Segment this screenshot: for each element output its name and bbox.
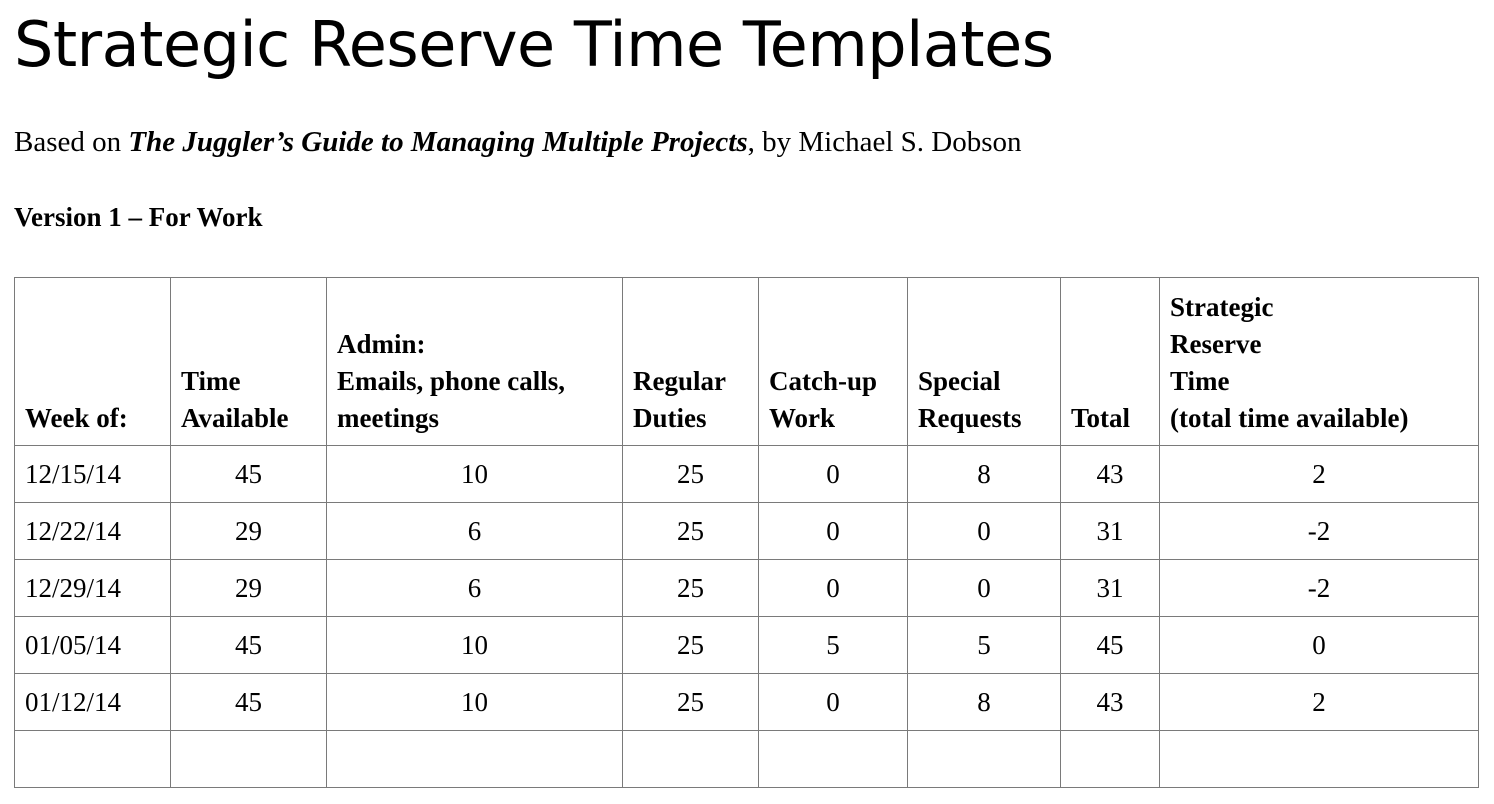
table-row: 12/29/14 29 6 25 0 0 31 -2 [14, 559, 1479, 617]
cell-special-requests [907, 730, 1061, 788]
cell-total [1060, 730, 1160, 788]
cell-time-available: 45 [170, 673, 327, 731]
byline: Based on The Juggler’s Guide to Managing… [14, 126, 1022, 159]
cell-admin: 6 [326, 502, 623, 560]
cell-special-requests: 0 [907, 559, 1061, 617]
cell-regular-duties: 25 [622, 559, 759, 617]
cell-total: 43 [1060, 673, 1160, 731]
cell-regular-duties: 25 [622, 616, 759, 674]
header-regular-duties: Regular Duties [622, 277, 759, 446]
cell-admin: 6 [326, 559, 623, 617]
cell-special-requests: 8 [907, 445, 1061, 503]
table-row-empty [14, 730, 1479, 788]
cell-special-requests: 0 [907, 502, 1061, 560]
header-time-available: Time Available [170, 277, 327, 446]
cell-strategic-reserve: 2 [1159, 445, 1479, 503]
cell-catch-up-work: 5 [758, 616, 908, 674]
cell-strategic-reserve: 2 [1159, 673, 1479, 731]
cell-catch-up-work: 0 [758, 502, 908, 560]
table-row: 01/12/14 45 10 25 0 8 43 2 [14, 673, 1479, 731]
table-header-row: Week of: Time Available Admin: Emails, p… [14, 277, 1479, 446]
cell-time-available: 45 [170, 445, 327, 503]
cell-week-of [14, 730, 171, 788]
cell-special-requests: 5 [907, 616, 1061, 674]
cell-time-available [170, 730, 327, 788]
cell-total: 31 [1060, 502, 1160, 560]
cell-admin: 10 [326, 673, 623, 731]
page-title: Strategic Reserve Time Templates [14, 8, 1054, 81]
cell-admin: 10 [326, 616, 623, 674]
cell-catch-up-work [758, 730, 908, 788]
cell-strategic-reserve: -2 [1159, 502, 1479, 560]
cell-admin [326, 730, 623, 788]
cell-week-of: 12/29/14 [14, 559, 171, 617]
cell-special-requests: 8 [907, 673, 1061, 731]
cell-total: 43 [1060, 445, 1160, 503]
table-row: 12/22/14 29 6 25 0 0 31 -2 [14, 502, 1479, 560]
strategic-reserve-table: Week of: Time Available Admin: Emails, p… [14, 277, 1479, 788]
header-special-requests: Special Requests [907, 277, 1061, 446]
cell-week-of: 12/22/14 [14, 502, 171, 560]
byline-suffix: , by Michael S. Dobson [747, 126, 1022, 158]
section-heading: Version 1 – For Work [14, 202, 263, 232]
cell-total: 45 [1060, 616, 1160, 674]
cell-catch-up-work: 0 [758, 673, 908, 731]
cell-total: 31 [1060, 559, 1160, 617]
header-admin: Admin: Emails, phone calls, meetings [326, 277, 623, 446]
cell-catch-up-work: 0 [758, 445, 908, 503]
cell-catch-up-work: 0 [758, 559, 908, 617]
cell-strategic-reserve [1159, 730, 1479, 788]
cell-week-of: 01/12/14 [14, 673, 171, 731]
header-week-of: Week of: [14, 277, 171, 446]
cell-week-of: 12/15/14 [14, 445, 171, 503]
cell-strategic-reserve: 0 [1159, 616, 1479, 674]
cell-strategic-reserve: -2 [1159, 559, 1479, 617]
cell-regular-duties [622, 730, 759, 788]
header-total: Total [1060, 277, 1160, 446]
header-strategic-reserve-time: Strategic Reserve Time (total time avail… [1159, 277, 1479, 446]
cell-regular-duties: 25 [622, 502, 759, 560]
cell-regular-duties: 25 [622, 673, 759, 731]
cell-admin: 10 [326, 445, 623, 503]
table-row: 01/05/14 45 10 25 5 5 45 0 [14, 616, 1479, 674]
cell-time-available: 29 [170, 502, 327, 560]
cell-time-available: 45 [170, 616, 327, 674]
header-catch-up-work: Catch-up Work [758, 277, 908, 446]
cell-regular-duties: 25 [622, 445, 759, 503]
table-row: 12/15/14 45 10 25 0 8 43 2 [14, 445, 1479, 503]
cell-week-of: 01/05/14 [14, 616, 171, 674]
book-title: The Juggler’s Guide to Managing Multiple… [128, 126, 748, 158]
byline-prefix: Based on [14, 126, 129, 158]
cell-time-available: 29 [170, 559, 327, 617]
